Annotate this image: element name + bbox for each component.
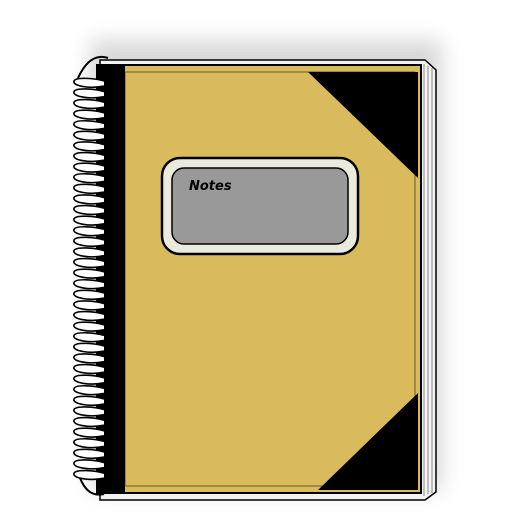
spiral-ring: [73, 395, 105, 406]
spiral-ring: [73, 236, 105, 247]
spiral-ring: [73, 406, 105, 417]
spiral-ring: [73, 257, 105, 269]
label-text: Notes: [189, 179, 232, 194]
spiral-ring: [73, 247, 105, 258]
spiral-ring: [73, 77, 105, 88]
notebook-illustration: Notes: [73, 40, 442, 501]
spiral-ring: [73, 225, 105, 237]
spiral-ring: [73, 384, 105, 396]
spiral-ring: [73, 151, 105, 163]
spiral-ring: [73, 183, 105, 194]
spiral-ring: [73, 278, 105, 290]
spiral-ring: [73, 448, 105, 459]
spiral-ring: [73, 469, 105, 481]
spiral-ring: [73, 437, 105, 449]
spiral-ring: [73, 162, 105, 173]
spiral-ring: [73, 109, 105, 120]
spiral-ring: [73, 119, 105, 131]
spiral-ring: [73, 459, 105, 470]
spiral-ring: [73, 321, 105, 332]
spiral-ring: [73, 427, 105, 438]
spiral-ring: [73, 353, 105, 364]
spiral-ring: [73, 215, 105, 226]
spiral-ring: [73, 416, 105, 428]
spiral-ring: [73, 204, 105, 216]
spiral-ring: [73, 130, 105, 141]
notebook-clipart: Notes: [0, 0, 522, 522]
spiral-ring: [73, 141, 105, 152]
spiral-ring: [73, 310, 105, 322]
spiral-ring: [73, 172, 105, 184]
cover-label: Notes: [160, 156, 360, 256]
spiral-ring: [73, 268, 105, 279]
spiral-ring: [73, 88, 105, 99]
spiral-ring: [73, 374, 105, 385]
spiral-ring: [73, 98, 105, 110]
spiral-ring: [73, 363, 105, 375]
spiral-ring: [73, 300, 105, 311]
spiral-ring: [73, 342, 105, 353]
spiral-ring: [73, 289, 105, 300]
spiral-ring: [73, 194, 105, 205]
spiral-ring: [73, 331, 105, 343]
